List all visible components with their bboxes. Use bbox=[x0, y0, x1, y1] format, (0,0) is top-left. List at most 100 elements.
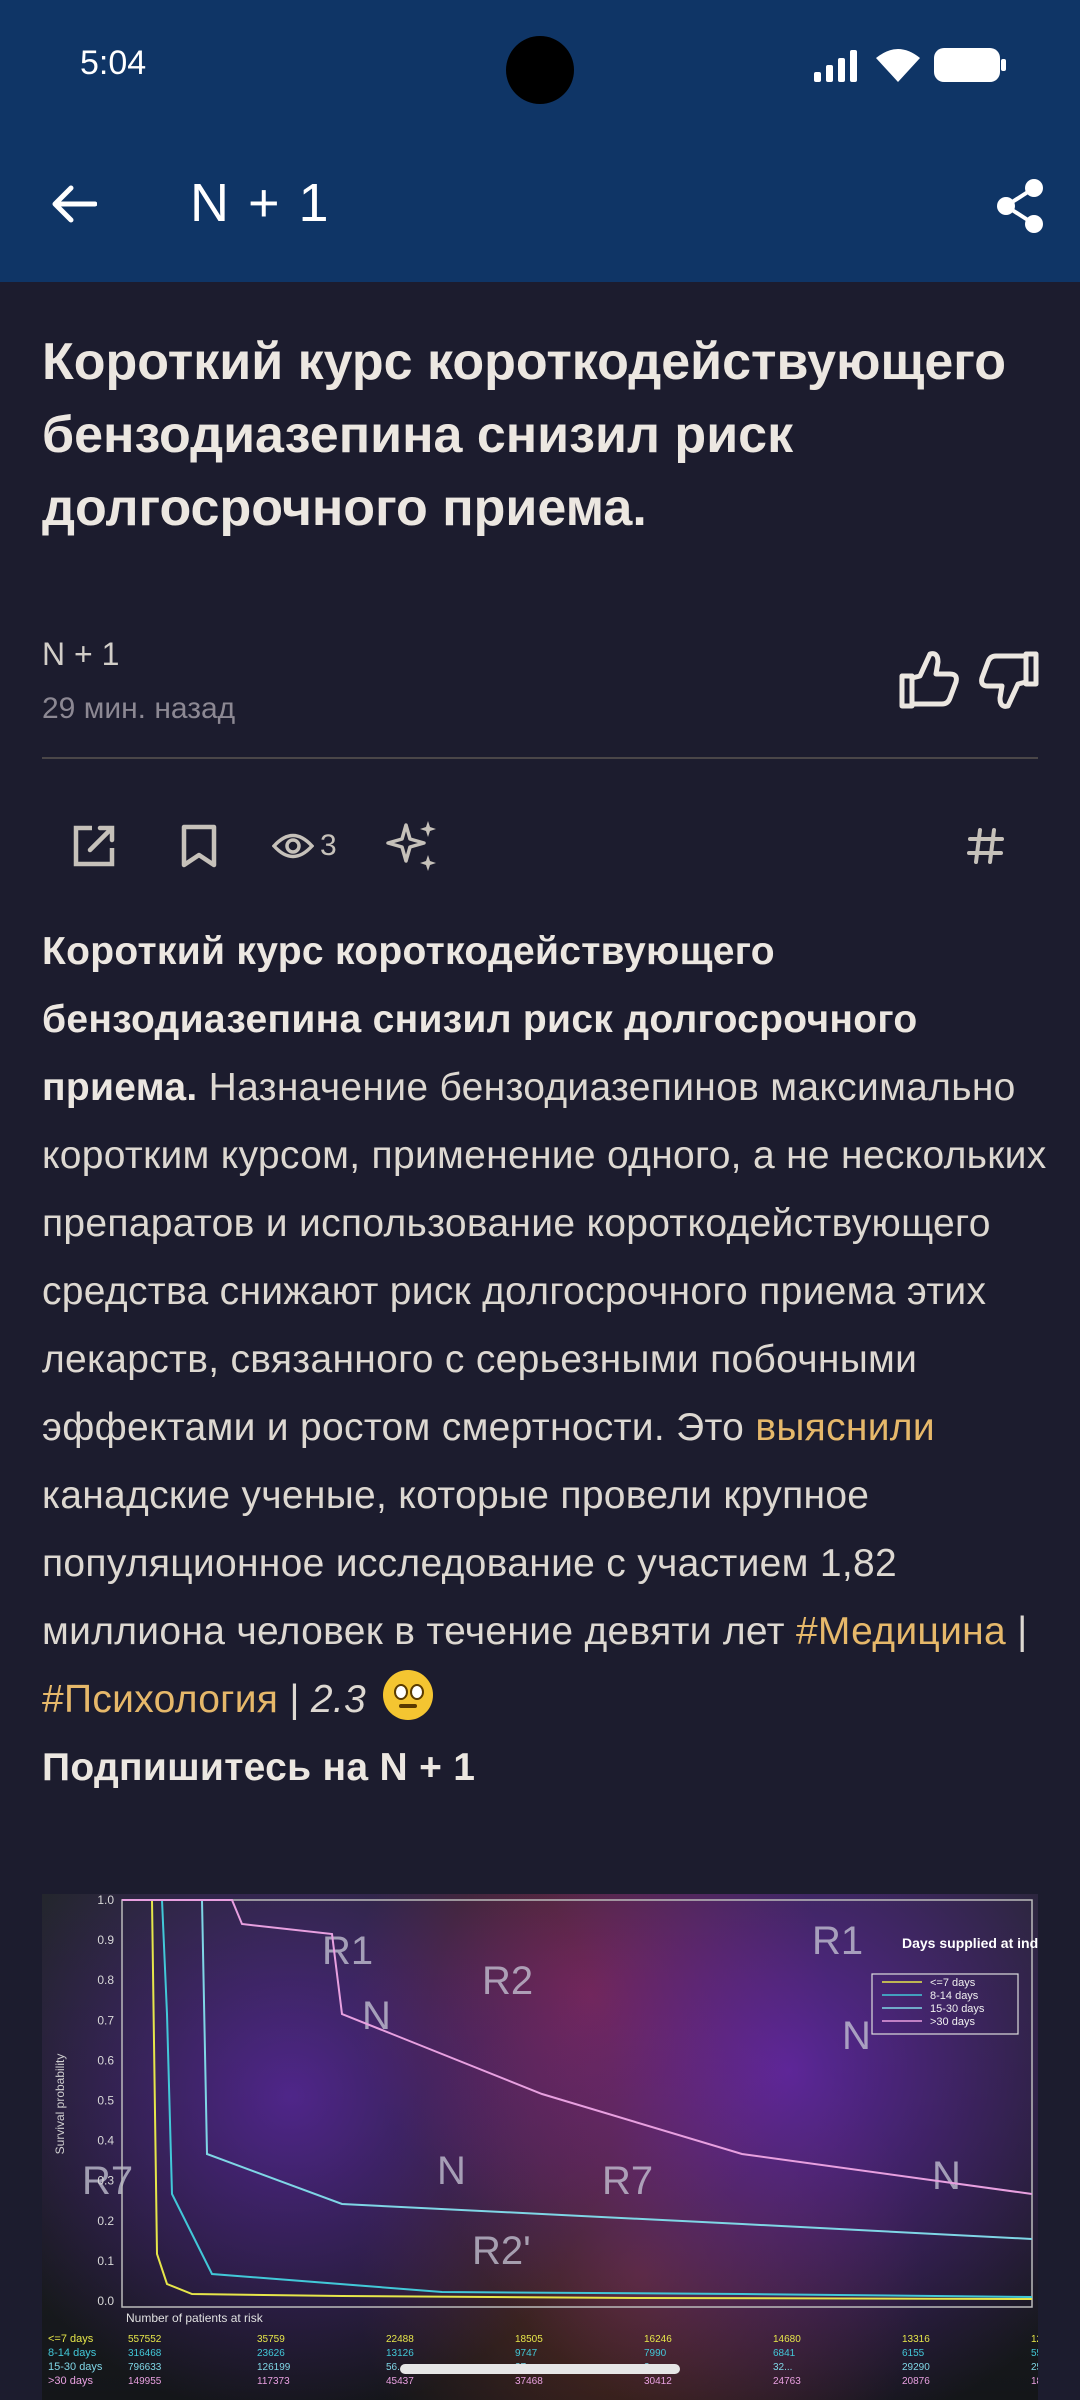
risk-row-label: >30 days bbox=[48, 2375, 93, 2387]
arrow-left-icon bbox=[52, 185, 97, 223]
body-text-1: Назначение бензодиазепинов максимально к… bbox=[42, 1066, 1047, 1449]
overlay-label: R7 bbox=[602, 2159, 653, 2203]
tags-button[interactable] bbox=[966, 814, 1006, 878]
risk-cell: 29290 bbox=[902, 2362, 930, 2373]
sparkle-icon bbox=[386, 821, 436, 871]
tag-separator: | bbox=[278, 1678, 311, 1721]
tag-medicine[interactable]: #Медицина bbox=[796, 1610, 1006, 1653]
share-icon bbox=[997, 179, 1043, 233]
risk-cell: 6155 bbox=[902, 2348, 925, 2359]
y-tick-label: 0.7 bbox=[97, 2013, 114, 2027]
bookmark-icon bbox=[181, 824, 217, 868]
risk-cell: 9747 bbox=[515, 2348, 538, 2359]
risk-cell: 149955 bbox=[128, 2376, 162, 2387]
curve-15-30-days bbox=[122, 1899, 1033, 2240]
curve-8-14-days bbox=[122, 1899, 1033, 2298]
legend-label: 15-30 days bbox=[930, 2003, 985, 2015]
risk-cell: 316468 bbox=[128, 2348, 162, 2359]
article-source[interactable]: N + 1 bbox=[42, 636, 119, 673]
risk-cell: 20876 bbox=[902, 2376, 930, 2387]
overlay-label: N bbox=[437, 2149, 466, 2193]
status-icons bbox=[814, 48, 1006, 82]
risk-cell: 5559 bbox=[1031, 2348, 1038, 2359]
risk-cell: 23626 bbox=[257, 2348, 285, 2359]
overlay-label: R1 bbox=[812, 1919, 863, 1963]
y-tick-label: 0.4 bbox=[97, 2134, 114, 2148]
dislike-button[interactable] bbox=[978, 648, 1042, 712]
legend-title: Days supplied at index: bbox=[902, 1935, 1038, 1951]
source-link[interactable]: выяснили bbox=[755, 1406, 935, 1449]
y-tick-label: 1.0 bbox=[97, 1894, 114, 1907]
rating-value: 2.3 bbox=[310, 1678, 367, 1721]
risk-row-label: 15-30 days bbox=[48, 2361, 103, 2373]
overlay-label: N bbox=[932, 2154, 961, 2198]
y-tick-label: 0.0 bbox=[97, 2294, 114, 2308]
overlay-label: R1 bbox=[322, 1929, 373, 1973]
overlay-label: N bbox=[842, 2014, 871, 2058]
divider bbox=[42, 757, 1038, 759]
bookmark-button[interactable] bbox=[180, 814, 218, 878]
subscribe-link[interactable]: Подпишитесь на N + 1 bbox=[42, 1746, 475, 1789]
risk-table-title: Number of patients at risk bbox=[126, 2311, 264, 2325]
risk-cell: 6841 bbox=[773, 2348, 796, 2359]
curve-over-30-days bbox=[122, 1899, 1033, 2195]
risk-cell: 126199 bbox=[257, 2362, 291, 2373]
status-time: 5:04 bbox=[80, 44, 147, 82]
hash-icon bbox=[967, 828, 1004, 864]
app-bar: 5:04 N + 1 bbox=[0, 0, 1080, 282]
risk-cell: 13126 bbox=[386, 2348, 414, 2359]
risk-row-label: 8-14 days bbox=[48, 2347, 97, 2359]
ai-summary-button[interactable] bbox=[386, 814, 440, 878]
y-ticks: 1.0 0.9 0.8 0.7 0.6 0.5 0.4 0.3 0.2 0.1 0.0 bbox=[97, 1894, 114, 2308]
signal-icon bbox=[814, 50, 857, 82]
risk-cell: 30412 bbox=[644, 2376, 672, 2387]
camera-cutout bbox=[506, 36, 574, 104]
risk-cell: 35759 bbox=[257, 2334, 285, 2345]
eye-icon bbox=[272, 833, 314, 859]
risk-cell: 14680 bbox=[773, 2334, 801, 2345]
y-tick-label: 0.8 bbox=[97, 1973, 114, 1987]
like-button[interactable] bbox=[896, 648, 960, 712]
article-body: Короткий курс короткодействующего бензод… bbox=[42, 918, 1052, 1802]
risk-cell: 13316 bbox=[902, 2334, 930, 2345]
tag-separator: | bbox=[1005, 1610, 1028, 1653]
risk-cell: 16246 bbox=[644, 2334, 672, 2345]
survival-curves bbox=[122, 1899, 1033, 2300]
back-button[interactable] bbox=[40, 170, 108, 238]
rolling-eyes-emoji-icon bbox=[383, 1670, 434, 1720]
legend-items: <=7 days8-14 days15-30 days>30 days bbox=[882, 1977, 985, 2028]
views-counter: 3 bbox=[272, 814, 337, 878]
body-text-2: канадские ученые, которые провели крупно… bbox=[42, 1474, 898, 1653]
molecule-overlay: R1NR2R7 NR1NR7 NR2' bbox=[82, 1919, 961, 2273]
thumb-down-icon bbox=[979, 651, 1039, 709]
y-axis-label: Survival probability bbox=[53, 2054, 67, 2155]
curve-7-days bbox=[122, 1899, 1033, 2300]
survival-chart-image: R1NR2R7 NR1NR7 NR2' 1.00.90.80.70.60.50.40… bbox=[48, 1894, 1038, 2387]
overlay-label: R2 bbox=[482, 1959, 533, 2003]
home-indicator[interactable] bbox=[400, 2364, 680, 2374]
overlay-label: R2' bbox=[472, 2229, 531, 2273]
thumb-up-icon bbox=[899, 651, 959, 709]
app-bar-title: N + 1 bbox=[190, 173, 331, 233]
risk-row-label: <=7 days bbox=[48, 2333, 94, 2345]
y-tick-label: 0.1 bbox=[97, 2254, 114, 2268]
legend-label: <=7 days bbox=[930, 1977, 976, 1989]
open-in-browser-button[interactable] bbox=[70, 814, 118, 878]
risk-cell: 117373 bbox=[257, 2376, 290, 2387]
y-tick-label: 0.5 bbox=[97, 2094, 114, 2108]
risk-cell: 7990 bbox=[644, 2348, 667, 2359]
share-button[interactable] bbox=[988, 174, 1052, 238]
risk-cell: 12331 bbox=[1031, 2334, 1038, 2345]
article-image[interactable]: R1 N R2 R7 N R1 N R7 N R2' 1.0 0.9 0.8 0.7 0.6 0.5 0.4 0… bbox=[42, 1894, 1038, 2400]
views-count: 3 bbox=[320, 829, 337, 862]
risk-cell: 32... bbox=[773, 2362, 792, 2373]
tag-psychology[interactable]: #Психология bbox=[42, 1678, 278, 1721]
risk-cell: 796633 bbox=[128, 2362, 162, 2373]
article-time: 29 мин. назад bbox=[42, 692, 236, 725]
open-external-icon bbox=[73, 825, 115, 867]
risk-cell: 45437 bbox=[386, 2376, 414, 2387]
risk-cell: 24763 bbox=[773, 2376, 801, 2387]
risk-table: <=7 days 557552 35759 22488 18505 16246 14680 1… bbox=[48, 2333, 1038, 2387]
risk-cell: 557552 bbox=[128, 2334, 162, 2345]
y-tick-label: 0.2 bbox=[97, 2214, 114, 2228]
